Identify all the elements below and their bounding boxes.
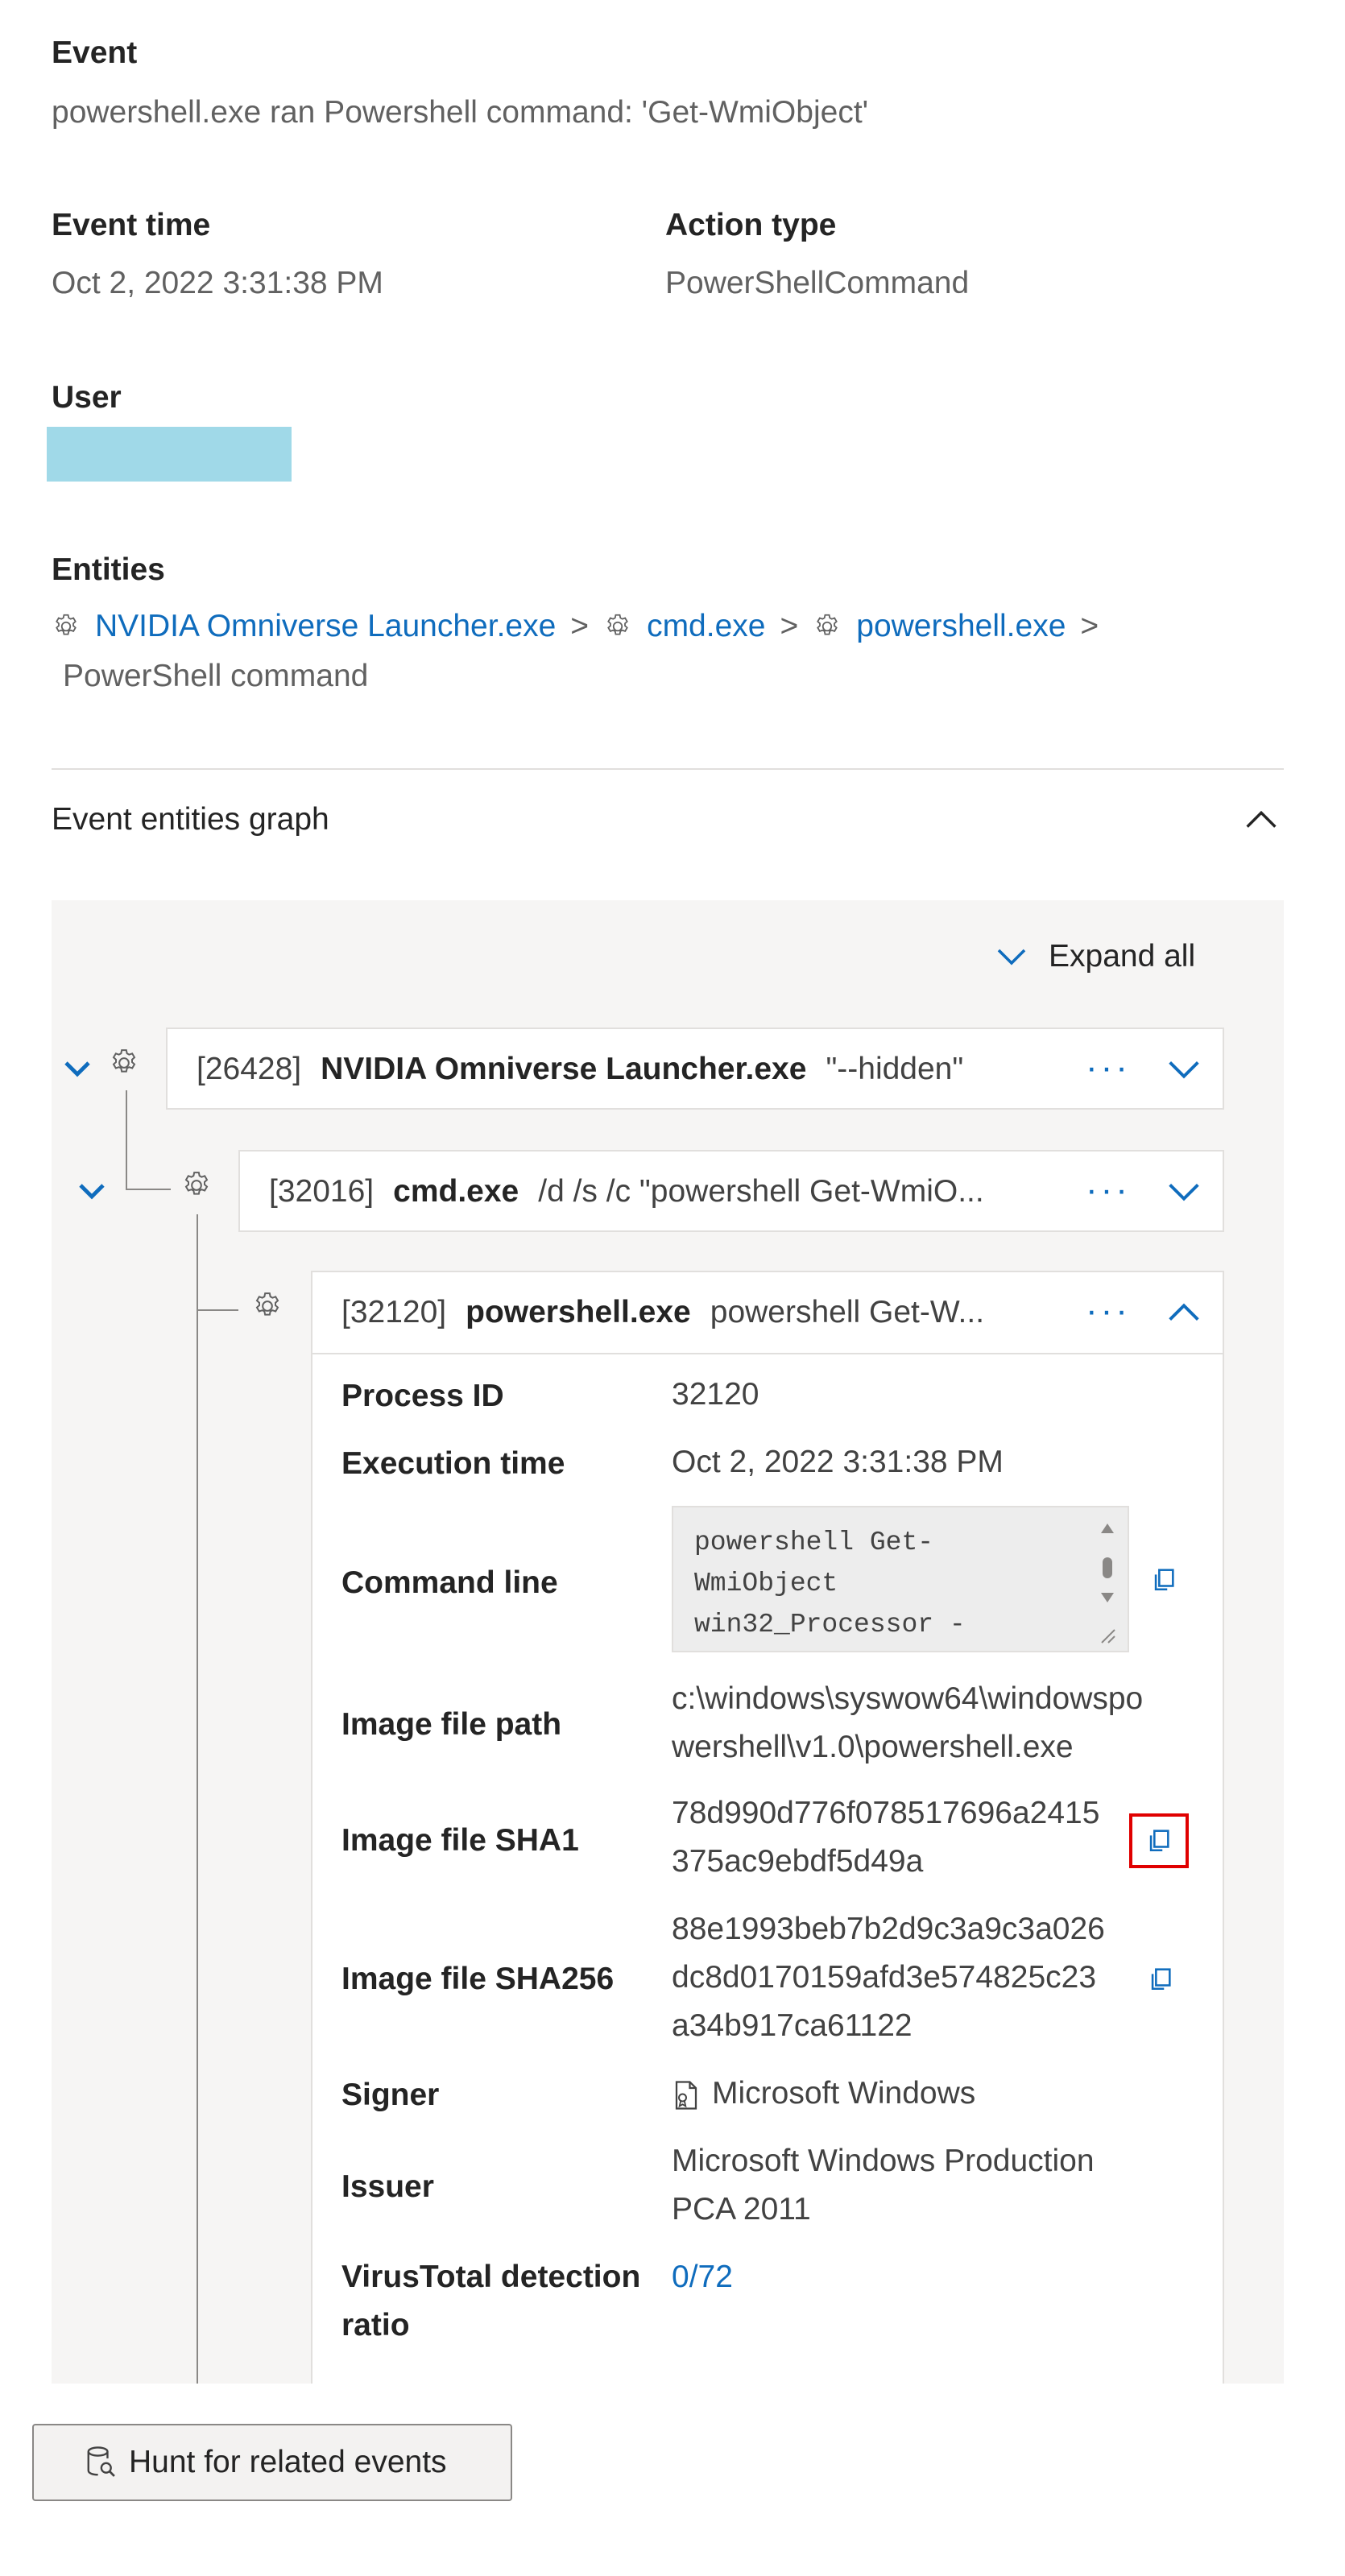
process-id: [32120] [341, 1295, 447, 1329]
action-type-value: PowerShellCommand [665, 266, 970, 300]
hash-line: dc8d0170159afd3e574825c23 [672, 1960, 1097, 1995]
more-actions-button[interactable]: ··· [1086, 1272, 1131, 1353]
detail-label-command-line: Command line [341, 1565, 558, 1600]
gear-icon [180, 1169, 213, 1201]
virustotal-link[interactable]: 0/72 [672, 2253, 733, 2301]
detail-label-signer: Signer [341, 2078, 440, 2112]
detail-value-image-file-sha1: 78d990d776f078517696a2415 375ac9ebdf5d49… [672, 1789, 1099, 1886]
detail-value-process-id: 32120 [672, 1377, 759, 1412]
gear-icon [603, 612, 632, 641]
chevron-down-icon[interactable] [1163, 1048, 1205, 1090]
entity-link-powershell[interactable]: powershell.exe [856, 609, 1066, 644]
detail-value-image-file-sha256: 88e1993beb7b2d9c3a9c3a026 dc8d0170159afd… [672, 1905, 1105, 2050]
tree-connector [126, 1189, 171, 1190]
virustotal-label-line: VirusTotal detection [341, 2260, 641, 2294]
process-args: "--hidden" [826, 1052, 964, 1086]
event-time-value: Oct 2, 2022 3:31:38 PM [52, 266, 383, 300]
command-line-box[interactable]: powershell Get- WmiObject win32_Processo… [672, 1506, 1129, 1652]
node-expand-chevron[interactable] [72, 1171, 111, 1209]
detail-value-execution-time: Oct 2, 2022 3:31:38 PM [672, 1445, 1004, 1479]
graph-title: Event entities graph [52, 802, 329, 837]
command-line-text: win32_Processor - [694, 1610, 966, 1639]
hunt-button-label: Hunt for related events [129, 2445, 447, 2479]
process-name: cmd.exe [393, 1174, 519, 1209]
detail-label-virustotal: VirusTotal detection ratio [341, 2253, 640, 2350]
gear-icon [108, 1047, 140, 1079]
command-line-text: WmiObject [694, 1569, 838, 1598]
detail-label-image-file-path: Image file path [341, 1707, 562, 1742]
process-args: powershell Get-W... [710, 1295, 985, 1329]
hash-line: 78d990d776f078517696a2415 [672, 1796, 1100, 1830]
action-type-label: Action type [665, 208, 837, 242]
certificate-icon [672, 2078, 701, 2110]
process-name: NVIDIA Omniverse Launcher.exe [321, 1052, 807, 1086]
hash-line: 375ac9ebdf5d49a [672, 1844, 924, 1879]
divider [312, 1353, 1223, 1354]
path-line: c:\windows\syswow64\windowspo [672, 1681, 1144, 1716]
entity-link-nvidia[interactable]: NVIDIA Omniverse Launcher.exe [95, 609, 556, 644]
chevron-down-icon [992, 937, 1031, 976]
entity-separator: > [570, 609, 590, 643]
copy-icon[interactable] [1147, 1965, 1174, 1992]
hash-line: 88e1993beb7b2d9c3a9c3a026 [672, 1912, 1105, 1946]
process-id: [32016] [269, 1174, 375, 1209]
chevron-down-icon[interactable] [1163, 1171, 1205, 1213]
tree-connector [197, 1309, 238, 1311]
chevron-up-icon[interactable] [1240, 799, 1282, 841]
copy-icon[interactable] [1150, 1565, 1177, 1593]
user-redacted-block [47, 427, 292, 482]
event-label: Event [52, 35, 138, 70]
divider [52, 768, 1284, 770]
entities-chain: NVIDIA Omniverse Launcher.exe > cmd.exe … [52, 609, 1113, 644]
path-line: wershell\v1.0\powershell.exe [672, 1730, 1074, 1764]
detail-value-signer: Microsoft Windows [672, 2069, 975, 2118]
process-name: powershell.exe [466, 1295, 691, 1329]
expand-all-button[interactable]: Expand all [992, 937, 1195, 976]
detail-label-image-file-sha1: Image file SHA1 [341, 1823, 579, 1858]
detail-label-issuer: Issuer [341, 2169, 434, 2204]
detail-value-image-file-path: c:\windows\syswow64\windowspo wershell\v… [672, 1675, 1143, 1772]
tree-connector [126, 1090, 127, 1190]
entity-separator: > [1080, 609, 1099, 643]
entities-tail: PowerShell command [63, 659, 369, 693]
node-expand-chevron[interactable] [58, 1048, 97, 1087]
event-time-label: Event time [52, 208, 211, 242]
user-label: User [52, 380, 122, 415]
gear-icon [251, 1290, 283, 1322]
database-search-icon [84, 2445, 118, 2480]
chevron-up-icon[interactable] [1163, 1292, 1205, 1333]
entity-separator: > [780, 609, 799, 643]
virustotal-label-line: ratio [341, 2308, 410, 2342]
process-args: /d /s /c "powershell Get-WmiO... [538, 1174, 984, 1209]
event-value: powershell.exe ran Powershell command: '… [52, 95, 869, 130]
expand-all-label: Expand all [1049, 939, 1196, 974]
more-actions-button[interactable]: ··· [1086, 1152, 1131, 1232]
detail-value-issuer: Microsoft Windows Production PCA 2011 [672, 2137, 1095, 2234]
process-node-cmd[interactable]: [32016] cmd.exe/d /s /c "powershell Get-W… [238, 1150, 1224, 1232]
detail-label-process-id: Process ID [341, 1379, 504, 1413]
entity-link-cmd[interactable]: cmd.exe [647, 609, 765, 644]
tree-connector [197, 1214, 198, 2384]
copy-icon[interactable] [1145, 1826, 1173, 1854]
gear-icon [813, 612, 842, 641]
process-id: [26428] [197, 1052, 302, 1086]
process-node-nvidia[interactable]: [26428] NVIDIA Omniverse Launcher.exe "--h… [166, 1028, 1224, 1110]
issuer-line: PCA 2011 [672, 2192, 811, 2227]
signer-text: Microsoft Windows [712, 2076, 976, 2111]
gear-icon [52, 612, 81, 641]
scrollbar[interactable] [1095, 1514, 1119, 1648]
hash-line: a34b917ca61122 [672, 2008, 913, 2043]
more-actions-button[interactable]: ··· [1086, 1029, 1131, 1110]
command-line-text: powershell Get- [694, 1528, 934, 1557]
detail-label-image-file-sha256: Image file SHA256 [341, 1962, 615, 1996]
issuer-line: Microsoft Windows Production [672, 2144, 1095, 2178]
detail-label-execution-time: Execution time [341, 1446, 565, 1481]
entities-label: Entities [52, 552, 165, 587]
hunt-related-events-button[interactable]: Hunt for related events [32, 2424, 512, 2501]
